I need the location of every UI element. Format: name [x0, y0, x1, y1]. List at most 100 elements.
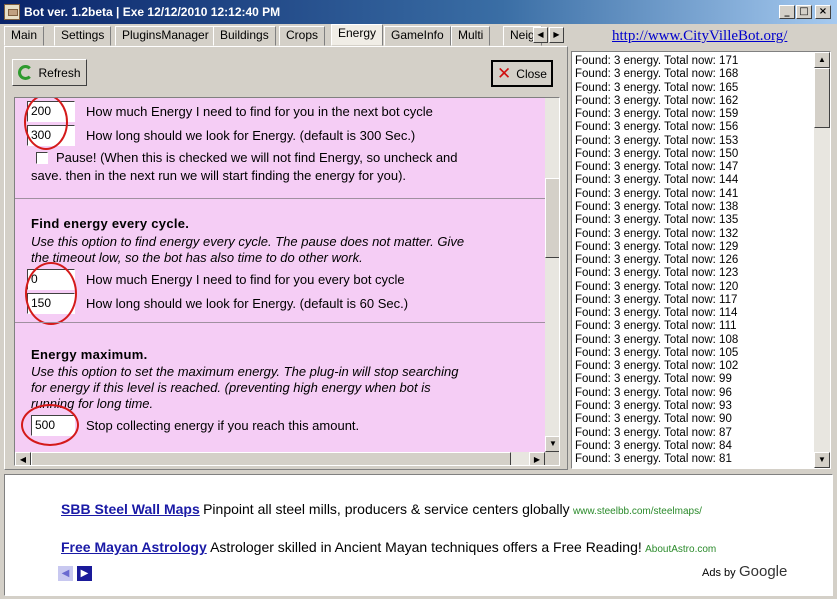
tab-crops[interactable]: Crops	[279, 26, 326, 46]
highlight-circle	[25, 262, 77, 325]
close-window-button[interactable]: ×	[815, 5, 831, 19]
pause-label-line-2: save. then in the next run we will start…	[31, 168, 407, 183]
log-item: Found: 3 energy. Total now: 105	[575, 346, 739, 359]
pause-checkbox[interactable]	[36, 152, 48, 164]
log-item: Found: 3 energy. Total now: 168	[575, 68, 739, 81]
ads-pane: SBB Steel Wall Maps Pinpoint all steel m…	[4, 474, 833, 596]
log-item: Found: 3 energy. Total now: 84	[575, 439, 732, 452]
every-cycle-heading: Find energy every cycle.	[31, 216, 190, 231]
log-scroll-down-button[interactable]: ▼	[814, 452, 830, 468]
log-item: Found: 3 energy. Total now: 150	[575, 147, 739, 160]
energy-maximum-label: Stop collecting energy if you reach this…	[86, 418, 360, 433]
log-item: Found: 3 energy. Total now: 111	[575, 320, 737, 333]
every-cycle-search-time-label: How long should we look for Energy. (def…	[86, 296, 409, 311]
close-button[interactable]: ✕ Close	[491, 60, 553, 87]
section-divider	[15, 322, 545, 323]
title-bar[interactable]: Bot ver. 1.2beta | Exe 12/12/2010 12:12:…	[0, 0, 837, 24]
tab-strip: Main Settings PluginsManager Buildings C…	[4, 24, 568, 46]
ad-item: SBB Steel Wall Maps Pinpoint all steel m…	[61, 501, 702, 517]
ad-item: Free Mayan Astrology Astrologer skilled …	[61, 539, 716, 555]
log-item: Found: 3 energy. Total now: 108	[575, 333, 739, 346]
ad-url[interactable]: www.steelbb.com/steelmaps/	[573, 506, 702, 517]
ads-by-google[interactable]: Ads by Google	[702, 563, 787, 580]
every-cycle-energy-amount-label: How much Energy I need to find for you e…	[86, 272, 405, 287]
tab-main[interactable]: Main	[4, 26, 45, 46]
log-item: Found: 3 energy. Total now: 162	[575, 94, 739, 107]
minimize-button[interactable]: _	[779, 5, 795, 19]
energy-maximum-description-line-1: Use this option to set the maximum energ…	[31, 364, 459, 379]
refresh-icon	[18, 65, 34, 80]
tab-scroll-left-button[interactable]: ◀	[533, 27, 548, 43]
tab-multi[interactable]: Multi	[451, 26, 491, 46]
log-item: Found: 3 energy. Total now: 87	[575, 426, 732, 439]
tab-scroll-right-button[interactable]: ▶	[549, 27, 564, 43]
energy-panel: Refresh ✕ Close 200 How much Energy I ne…	[4, 46, 568, 470]
scroll-down-button[interactable]: ▼	[545, 436, 559, 452]
log-scroll-up-button[interactable]: ▲	[814, 52, 830, 68]
ad-title-link[interactable]: SBB Steel Wall Maps	[61, 501, 200, 517]
log-item: Found: 3 energy. Total now: 159	[575, 108, 739, 121]
every-cycle-description-line-1: Use this option to find energy every cyc…	[31, 234, 465, 249]
ads-by-prefix: Ads by	[702, 567, 736, 579]
log-item: Found: 3 energy. Total now: 135	[575, 214, 739, 227]
tab-gameinfo[interactable]: GameInfo	[384, 26, 451, 46]
vertical-scrollbar[interactable]: ▼	[545, 98, 559, 452]
log-scroll-thumb[interactable]	[814, 68, 830, 128]
log-item: Found: 3 energy. Total now: 120	[575, 280, 739, 293]
log-item: Found: 3 energy. Total now: 141	[575, 187, 739, 200]
energy-settings-scroll-area[interactable]: 200 How much Energy I need to find for y…	[14, 97, 560, 466]
log-item: Found: 3 energy. Total now: 81	[575, 453, 732, 466]
refresh-button[interactable]: Refresh	[12, 59, 87, 86]
log-item: Found: 3 energy. Total now: 138	[575, 200, 739, 213]
log-item: Found: 3 energy. Total now: 114	[575, 307, 738, 320]
log-item: Found: 3 energy. Total now: 99	[575, 373, 732, 386]
app-icon	[4, 4, 20, 20]
horizontal-scrollbar[interactable]: ◀ ▶	[15, 452, 545, 465]
log-item: Found: 3 energy. Total now: 123	[575, 267, 739, 280]
energy-maximum-description-line-2: for energy if this level is reached. (pr…	[31, 380, 431, 395]
log-item: Found: 3 energy. Total now: 147	[575, 161, 739, 174]
next-arrow-icon[interactable]: ▶	[77, 566, 92, 581]
tab-settings[interactable]: Settings	[54, 26, 112, 46]
section-divider	[15, 198, 545, 199]
log-item: Found: 3 energy. Total now: 129	[575, 240, 739, 253]
log-item: Found: 3 energy. Total now: 144	[575, 174, 739, 187]
horizontal-scroll-thumb[interactable]	[31, 452, 511, 465]
pause-label-line-1: Pause! (When this is checked we will not…	[56, 150, 458, 165]
maximize-button[interactable]: □	[796, 5, 812, 19]
log-item: Found: 3 energy. Total now: 171	[575, 55, 739, 67]
ad-text: Astrologer skilled in Ancient Mayan tech…	[210, 539, 642, 555]
highlight-circle	[21, 404, 79, 446]
ad-url[interactable]: AboutAstro.com	[645, 544, 716, 555]
close-label: Close	[516, 66, 547, 81]
vertical-scroll-thumb[interactable]	[545, 178, 559, 258]
log-list[interactable]: Found: 3 energy. Total now: 171 Found: 3 …	[571, 51, 831, 469]
ad-title-link[interactable]: Free Mayan Astrology	[61, 539, 207, 555]
tab-buildings[interactable]: Buildings	[213, 26, 276, 46]
log-item: Found: 3 energy. Total now: 102	[575, 360, 739, 373]
energy-maximum-heading: Energy maximum.	[31, 347, 148, 362]
log-item: Found: 3 energy. Total now: 153	[575, 134, 739, 147]
log-scrollbar[interactable]: ▲ ▼	[814, 52, 830, 468]
log-item: Found: 3 energy. Total now: 96	[575, 386, 732, 399]
energy-settings-content: 200 How much Energy I need to find for y…	[15, 98, 545, 452]
tab-energy[interactable]: Energy	[331, 24, 384, 46]
ad-text: Pinpoint all steel mills, producers & se…	[203, 501, 570, 517]
next-cycle-energy-amount-label: How much Energy I need to find for you i…	[86, 104, 433, 119]
site-link[interactable]: http://www.CityVilleBot.org/	[612, 28, 787, 45]
prev-arrow-icon[interactable]: ◀	[58, 566, 73, 581]
scroll-right-button[interactable]: ▶	[529, 452, 545, 465]
log-item: Found: 3 energy. Total now: 90	[575, 413, 732, 426]
next-cycle-search-time-label: How long should we look for Energy. (def…	[86, 128, 416, 143]
google-logo-text: Google	[738, 563, 788, 580]
log-item: Found: 3 energy. Total now: 156	[575, 121, 739, 134]
log-item: Found: 3 energy. Total now: 132	[575, 227, 739, 240]
every-cycle-description-line-2: the timeout low, so the bot has also tim…	[31, 250, 363, 265]
log-item: Found: 3 energy. Total now: 117	[575, 293, 738, 306]
scroll-left-button[interactable]: ◀	[15, 452, 31, 465]
refresh-label: Refresh	[38, 65, 81, 80]
log-item: Found: 3 energy. Total now: 93	[575, 400, 732, 413]
tab-plugins-manager[interactable]: PluginsManager	[115, 26, 216, 46]
log-item: Found: 3 energy. Total now: 126	[575, 254, 739, 267]
log-item: Found: 3 energy. Total now: 165	[575, 81, 739, 94]
